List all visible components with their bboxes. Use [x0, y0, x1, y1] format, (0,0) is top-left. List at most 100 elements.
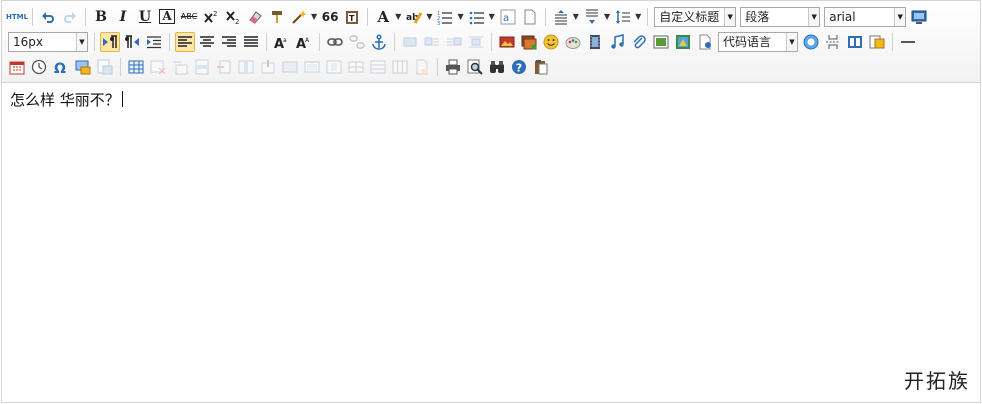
editor-content-area[interactable]: 怎么样 华丽不？: [10, 89, 123, 110]
row-spacing-top-button[interactable]: [551, 7, 571, 27]
align-left-button[interactable]: [175, 31, 195, 52]
chevron-down-icon[interactable]: ▼: [573, 12, 579, 21]
chevron-down-icon[interactable]: ▼: [604, 12, 610, 21]
insert-date-button[interactable]: [7, 57, 27, 77]
chevron-down-icon[interactable]: ▼: [489, 12, 495, 21]
align-justify-button[interactable]: [241, 32, 261, 52]
insert-code-button[interactable]: [695, 32, 715, 52]
gmap-button[interactable]: [673, 32, 693, 52]
music-button[interactable]: [607, 32, 627, 52]
emotion-button[interactable]: [541, 32, 561, 52]
omega-icon: Ω: [54, 61, 66, 75]
image-none-button[interactable]: [400, 32, 420, 52]
anchor-button[interactable]: [369, 32, 389, 52]
font-family-select[interactable]: arial ▼: [824, 6, 907, 27]
merge-cells-button[interactable]: [280, 57, 300, 77]
attachment-button[interactable]: [629, 32, 649, 52]
insert-video-button[interactable]: [585, 32, 605, 52]
image-center-button[interactable]: [466, 32, 486, 52]
highlight-color-button[interactable]: ab: [404, 7, 424, 27]
subscript-button[interactable]: 2: [223, 7, 243, 27]
superscript-button[interactable]: 2: [201, 7, 221, 27]
word-image-button[interactable]: [95, 57, 115, 77]
special-char-button[interactable]: Ω: [51, 57, 71, 77]
insert-frame-button[interactable]: [651, 32, 671, 52]
paste-plain-button[interactable]: T: [342, 7, 362, 27]
insert-time-button[interactable]: [29, 57, 49, 77]
insert-table-button[interactable]: [126, 57, 146, 77]
delete-col-button[interactable]: [258, 57, 278, 77]
code-language-select[interactable]: 代码语言 ▼: [718, 31, 798, 52]
image-left-button[interactable]: [422, 32, 442, 52]
bold-button[interactable]: B: [91, 7, 111, 27]
merge-right-button[interactable]: [302, 57, 322, 77]
chevron-down-icon[interactable]: ▼: [395, 12, 401, 21]
fullscreen-button[interactable]: [909, 7, 929, 27]
direction-ltr-button[interactable]: [100, 31, 120, 52]
chevron-down-icon[interactable]: ▼: [311, 12, 317, 21]
snapscreen-button[interactable]: [73, 57, 93, 77]
chevron-down-icon[interactable]: ▼: [457, 12, 463, 21]
delete-table-button[interactable]: [148, 57, 168, 77]
italic-button[interactable]: I: [113, 7, 133, 27]
indent-button[interactable]: [144, 32, 164, 52]
strikethrough-button[interactable]: ABC: [179, 7, 199, 27]
html-source-button[interactable]: HTML: [6, 7, 28, 27]
chevron-down-icon[interactable]: ▼: [635, 12, 641, 21]
split-to-cells-button[interactable]: [346, 57, 366, 77]
auto-typeset-button[interactable]: [289, 7, 309, 27]
undo-button[interactable]: [38, 7, 58, 27]
merge-down-button[interactable]: [324, 57, 344, 77]
custom-title-select[interactable]: 自定义标题 ▼: [654, 6, 737, 27]
print-button[interactable]: [443, 57, 463, 77]
insert-paragraph-before-table-button[interactable]: [170, 57, 190, 77]
font-size-select[interactable]: 16px ▼: [8, 31, 88, 52]
case-lower-button[interactable]: AA: [294, 32, 314, 52]
redo-button[interactable]: [60, 7, 80, 27]
align-right-button[interactable]: [219, 32, 239, 52]
split-to-cols-button[interactable]: [390, 57, 410, 77]
editor-toolbar: HTML B I U A ABC 2 2 ▼ 66 T A ▼ ab ▼ 1 2…: [2, 1, 980, 83]
anchor-text-button[interactable]: a: [498, 7, 518, 27]
paragraph-select[interactable]: 段落 ▼: [740, 6, 821, 27]
ordered-list-button[interactable]: 123: [435, 7, 455, 27]
eraser-button[interactable]: [245, 7, 265, 27]
line-height-button[interactable]: [613, 7, 633, 27]
delete-row-button[interactable]: [214, 57, 234, 77]
underline-button[interactable]: U: [135, 7, 155, 27]
svg-text:2: 2: [213, 10, 217, 18]
chevron-down-icon[interactable]: ▼: [426, 12, 432, 21]
unordered-list-button[interactable]: [467, 7, 487, 27]
direction-rtl-button[interactable]: [122, 32, 142, 52]
template-button[interactable]: [845, 32, 865, 52]
insert-row-button[interactable]: [192, 57, 212, 77]
unlink-button[interactable]: [347, 32, 367, 52]
format-painter-button[interactable]: [267, 7, 287, 27]
chart-button[interactable]: [412, 57, 432, 77]
drafts-button[interactable]: [531, 57, 551, 77]
insert-image-button[interactable]: [497, 32, 517, 52]
background-button[interactable]: [867, 32, 887, 52]
page-break-button[interactable]: [520, 7, 540, 27]
insert-link-button[interactable]: [325, 32, 345, 52]
preview-button[interactable]: [465, 57, 485, 77]
table-icon: [128, 60, 144, 73]
web-app-button[interactable]: [801, 32, 821, 52]
scrawl-button[interactable]: [563, 32, 583, 52]
horizontal-rule-button[interactable]: [898, 32, 918, 52]
row-spacing-bottom-button[interactable]: [582, 7, 602, 27]
align-center-button[interactable]: [197, 32, 217, 52]
multi-image-button[interactable]: [519, 32, 539, 52]
font-border-button[interactable]: A: [157, 7, 177, 27]
split-to-rows-button[interactable]: [368, 57, 388, 77]
image-right-button[interactable]: [444, 32, 464, 52]
help-button[interactable]: ?: [509, 57, 529, 77]
insert-col-button[interactable]: [236, 57, 256, 77]
search-replace-button[interactable]: [487, 57, 507, 77]
case-upper-button[interactable]: Aa: [272, 32, 292, 52]
page-break-insert-button[interactable]: [823, 32, 843, 52]
indent-icon: [147, 35, 161, 48]
separator: [437, 57, 438, 76]
blockquote-button[interactable]: 66: [320, 7, 340, 27]
font-color-button[interactable]: A: [373, 7, 393, 27]
